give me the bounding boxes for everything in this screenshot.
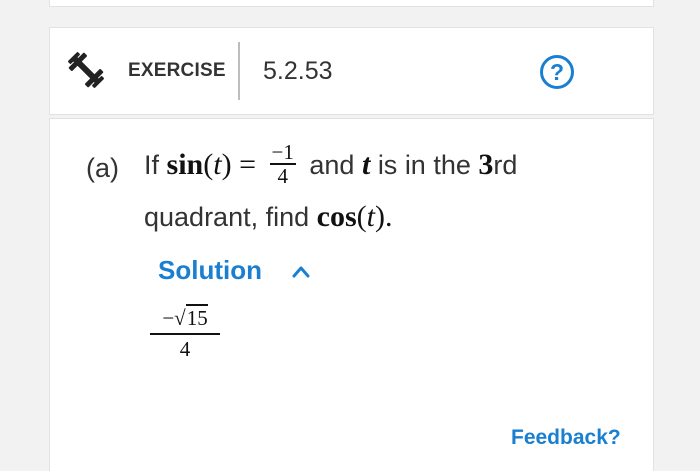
fraction-numerator: −1 xyxy=(269,140,296,165)
solution-toggle[interactable]: Solution xyxy=(158,255,262,286)
header-divider xyxy=(238,42,240,100)
answer-sign: − xyxy=(162,306,175,330)
exercise-number: 5.2.53 xyxy=(263,57,333,85)
question-circle-icon[interactable]: ? xyxy=(540,55,574,89)
answer-radicand: 15 xyxy=(185,304,208,330)
sqrt-symbol: √ xyxy=(174,306,186,330)
solution-answer: −√15 4 xyxy=(150,304,220,363)
variable-t-2: t xyxy=(361,148,371,182)
and-text: and xyxy=(309,150,355,181)
sin-function: sin xyxy=(166,148,204,182)
quadrant-suffix: rd xyxy=(493,150,518,181)
feedback-link[interactable]: Feedback? xyxy=(511,426,621,450)
close-paren-period: ). xyxy=(374,200,393,233)
is-in-text: is in the xyxy=(377,150,471,181)
answer-denominator: 4 xyxy=(179,337,191,361)
open-paren: ( xyxy=(203,148,214,182)
if-text: If xyxy=(144,150,160,181)
given-fraction: −1 4 xyxy=(269,140,296,188)
question-line-2: quadrant, find cos(t). xyxy=(144,200,392,234)
quadrant-number: 3 xyxy=(478,148,494,182)
fraction-denominator: 4 xyxy=(277,164,288,188)
previous-card-edge xyxy=(49,0,654,7)
line2-text: quadrant, find xyxy=(144,202,310,232)
variable-t: t xyxy=(213,148,222,182)
dumbbell-icon xyxy=(68,52,104,88)
open-paren-2: ( xyxy=(356,200,367,233)
close-paren-equals: ) = xyxy=(221,148,256,182)
question-line-1: If sin(t) = −1 4 and t is in the 3rd xyxy=(144,140,518,194)
variable-t-3: t xyxy=(366,200,375,233)
part-label: (a) xyxy=(86,153,119,183)
answer-numerator: −√15 xyxy=(150,304,220,335)
cos-function: cos xyxy=(316,200,357,233)
chevron-up-icon[interactable] xyxy=(292,264,310,278)
exercise-label: EXERCISE xyxy=(128,60,226,81)
help-symbol: ? xyxy=(549,59,565,85)
